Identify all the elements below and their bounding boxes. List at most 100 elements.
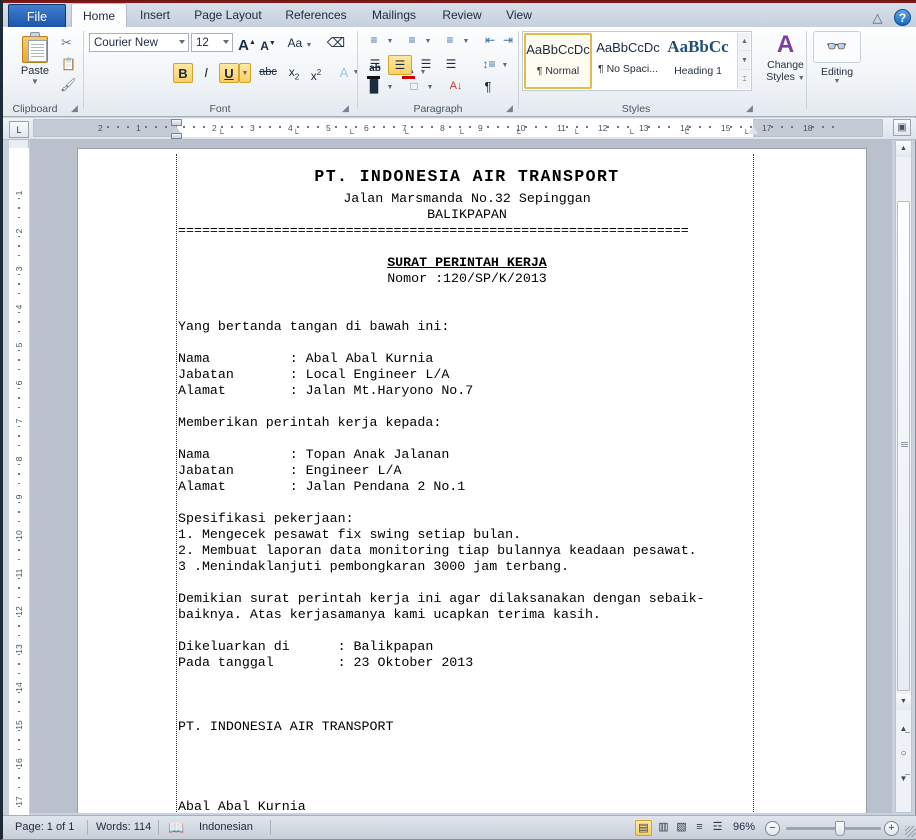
font-dialog-launcher[interactable]: ◢ xyxy=(340,103,351,114)
scroll-down-icon[interactable]: ▼ xyxy=(896,694,911,710)
tab-stop-selector[interactable]: L xyxy=(9,121,29,138)
font-size-input[interactable]: 12 xyxy=(191,33,233,52)
align-left-icon[interactable]: ☰ xyxy=(363,55,387,75)
line-spacing-dropdown[interactable]: ▼ xyxy=(500,57,510,75)
line-spacing-icon[interactable]: ↕≡ xyxy=(477,55,501,75)
web-layout-view[interactable]: ▧ xyxy=(673,820,690,836)
left-indent-marker[interactable] xyxy=(171,133,182,139)
draft-view[interactable]: ☲ xyxy=(709,820,726,836)
tab-mailings[interactable]: Mailings xyxy=(359,3,429,29)
justify-icon[interactable]: ☰ xyxy=(439,55,463,75)
borders-dropdown[interactable]: ▼ xyxy=(425,79,435,97)
next-page-button[interactable]: ▼̅ xyxy=(896,771,911,787)
vertical-ruler[interactable]: 123456789101112131415161718 xyxy=(9,140,29,840)
first-line-indent-marker[interactable] xyxy=(171,119,182,126)
shrink-font-button[interactable]: A▼ xyxy=(258,33,278,54)
tab-stop-marker[interactable]: └ xyxy=(348,129,354,138)
paragraph-dialog-launcher[interactable]: ◢ xyxy=(504,103,515,114)
print-layout-view[interactable]: ▤ xyxy=(635,820,652,836)
tab-stop-marker[interactable]: └ xyxy=(458,129,464,138)
tab-page-layout[interactable]: Page Layout xyxy=(183,3,273,29)
styles-scroll-down-icon[interactable]: ▼ xyxy=(738,52,751,70)
align-right-icon[interactable]: ☰ xyxy=(414,55,438,75)
tab-stop-marker[interactable]: └ xyxy=(573,129,579,138)
increase-indent-icon[interactable]: ⇥ xyxy=(499,31,517,51)
underline-button[interactable]: U xyxy=(219,63,239,83)
select-browse-object-circle[interactable]: ○ xyxy=(896,746,911,762)
multilevel-dropdown[interactable]: ▼ xyxy=(461,33,471,51)
previous-page-button[interactable]: ▲̲ xyxy=(896,721,911,737)
style-item-heading1[interactable]: AaBbCс Heading 1 xyxy=(664,33,732,89)
paste-button[interactable]: Paste ▼ xyxy=(11,32,59,86)
zoom-in-button[interactable]: + xyxy=(884,821,899,836)
tab-stop-marker[interactable]: └ xyxy=(628,129,634,138)
minimize-ribbon-icon[interactable]: △ xyxy=(869,9,886,26)
hanging-indent-marker[interactable] xyxy=(171,126,181,133)
bullet-list-icon[interactable]: ≡ xyxy=(363,31,385,51)
superscript-button[interactable]: x2 xyxy=(305,63,327,83)
style-item-normal[interactable]: AaBbCcDc ¶ Normal xyxy=(524,33,592,89)
multilevel-list-icon[interactable]: ≡ xyxy=(439,31,461,51)
spell-check-icon[interactable]: 📖 xyxy=(168,820,185,835)
copy-icon[interactable]: 📋 xyxy=(61,57,76,71)
show-formatting-marks-button[interactable]: ¶ xyxy=(477,77,499,97)
style-item-no-spacing[interactable]: AaBbCcDc ¶ No Spaci... xyxy=(594,33,662,89)
full-screen-reading-view[interactable]: ▥ xyxy=(655,820,672,836)
styles-dialog-launcher[interactable]: ◢ xyxy=(744,103,755,114)
page-indicator[interactable]: Page: 1 of 1 xyxy=(15,821,74,833)
select-browse-object-button[interactable]: ▣ xyxy=(893,119,911,136)
grow-font-button[interactable]: A▲ xyxy=(237,32,257,54)
scissors-icon[interactable]: ✂ xyxy=(61,35,72,51)
tab-references[interactable]: References xyxy=(275,3,357,29)
tab-stop-marker[interactable]: └ xyxy=(218,129,224,138)
zoom-slider-thumb[interactable] xyxy=(835,821,845,836)
bold-button[interactable]: B xyxy=(173,63,193,83)
numbered-list-icon[interactable]: ≡ xyxy=(401,31,423,51)
tab-stop-marker[interactable]: └ xyxy=(403,129,409,138)
language-indicator[interactable]: Indonesian xyxy=(199,821,253,833)
scrollbar-thumb[interactable] xyxy=(897,201,910,691)
tab-insert[interactable]: Insert xyxy=(129,3,181,29)
word-count[interactable]: Words: 114 xyxy=(96,821,151,833)
styles-scroll-up-icon[interactable]: ▲ xyxy=(738,33,751,51)
numbering-dropdown[interactable]: ▼ xyxy=(423,33,433,51)
change-styles-button[interactable]: A Change Styles ▼ xyxy=(758,31,813,85)
underline-dropdown[interactable]: ▼ xyxy=(239,63,251,83)
clipboard-dialog-launcher[interactable]: ◢ xyxy=(69,103,80,114)
zoom-level[interactable]: 96% xyxy=(733,821,755,833)
shading-icon[interactable]: █ xyxy=(363,77,385,97)
change-case-button[interactable]: Aa ▼ xyxy=(285,33,315,54)
zoom-out-button[interactable]: − xyxy=(765,821,780,836)
sort-icon[interactable]: A↓ xyxy=(445,77,467,97)
vertical-scrollbar[interactable]: ▲ ▼ ▲̲ ○ ▼̅ xyxy=(895,140,912,813)
tab-file[interactable]: File xyxy=(8,4,66,29)
tab-stop-marker[interactable]: └ xyxy=(515,129,521,138)
decrease-indent-icon[interactable]: ⇤ xyxy=(481,31,499,51)
tab-review[interactable]: Review xyxy=(431,3,493,29)
font-name-input[interactable]: Courier New xyxy=(89,33,189,52)
paintbrush-icon[interactable]: 🖌 xyxy=(60,77,77,93)
bullets-dropdown[interactable]: ▼ xyxy=(385,33,395,51)
document-canvas[interactable]: PT. INDONESIA AIR TRANSPORT Jalan Marsman… xyxy=(30,140,892,813)
shading-dropdown[interactable]: ▼ xyxy=(385,79,395,97)
editing-button[interactable]: 👓 Editing ▼ xyxy=(813,31,861,85)
subscript-button[interactable]: x2 xyxy=(283,63,305,83)
borders-icon[interactable]: □ xyxy=(403,77,425,97)
tab-stop-marker[interactable]: └ xyxy=(293,129,299,138)
clear-formatting-icon[interactable]: ⌫ xyxy=(325,32,347,53)
tab-home[interactable]: Home xyxy=(71,3,127,29)
outline-view[interactable]: ≡ xyxy=(691,820,708,836)
tab-stop-marker[interactable]: └ xyxy=(683,129,689,138)
scroll-up-icon[interactable]: ▲ xyxy=(896,141,911,157)
right-indent-marker[interactable] xyxy=(748,126,758,134)
tab-view[interactable]: View xyxy=(495,3,543,29)
horizontal-ruler[interactable]: 2 1 1 2 3 4 5 6 7 8 9 10 11 12 13 14 15 17 18 └ └ └ └ └ └ └ └ └ └ xyxy=(3,118,916,140)
align-center-icon[interactable]: ☰ xyxy=(388,55,412,75)
styles-more-icon[interactable]: ⌶ xyxy=(738,71,751,89)
document-page[interactable]: PT. INDONESIA AIR TRANSPORT Jalan Marsman… xyxy=(77,148,867,813)
help-icon[interactable]: ? xyxy=(894,9,911,26)
strikethrough-button[interactable]: abc xyxy=(255,63,281,83)
italic-button[interactable]: I xyxy=(197,63,215,83)
styles-gallery-scrollbar[interactable]: ▲ ▼ ⌶ xyxy=(737,33,751,89)
zoom-slider-track[interactable] xyxy=(786,827,881,830)
